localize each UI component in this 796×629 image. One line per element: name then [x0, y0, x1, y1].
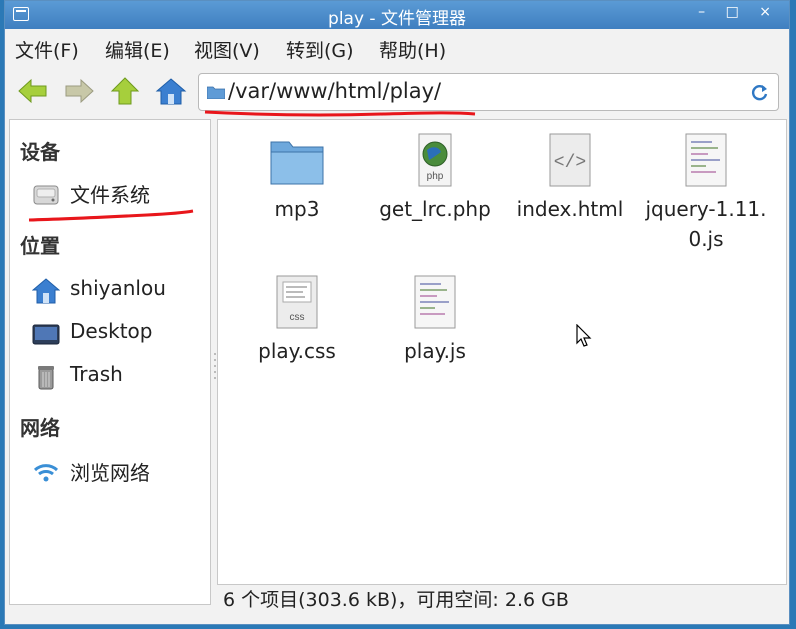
home-button[interactable]	[155, 77, 187, 105]
js-file-icon	[685, 133, 727, 187]
menu-bar: 文件(F) 编辑(E) 视图(V) 转到(G) 帮助(H)	[5, 29, 789, 67]
menu-go[interactable]: 转到(G)	[286, 36, 354, 63]
arrow-up-icon	[110, 77, 140, 105]
file-item-get-lrc-php[interactable]: php get_lrc.php	[370, 132, 500, 224]
sidebar-heading-devices: 设备	[20, 140, 60, 164]
sidebar-heading-places: 位置	[20, 234, 60, 258]
desktop-icon	[32, 324, 60, 345]
title-bar[interactable]: play - 文件管理器 – □ ×	[5, 1, 789, 29]
svg-text:css: css	[290, 312, 305, 323]
file-item-play-js[interactable]: play.js	[370, 274, 500, 366]
location-bar[interactable]: /var/www/html/play/	[198, 73, 779, 111]
file-view[interactable]: mp3 php get_lrc.php </> index.html jquer…	[217, 119, 787, 585]
network-icon	[33, 464, 59, 482]
file-name: index.html	[516, 197, 624, 221]
trash-icon	[38, 366, 54, 390]
file-name: play.js	[404, 339, 466, 363]
sidebar-heading-network: 网络	[20, 416, 60, 440]
php-file-icon: php	[418, 133, 452, 187]
svg-text:</>: </>	[554, 153, 586, 173]
sidebar-item-label: Desktop	[70, 319, 153, 343]
arrow-left-icon	[18, 78, 47, 104]
file-item-mp3[interactable]: mp3	[232, 132, 362, 224]
forward-button[interactable]	[63, 77, 95, 105]
menu-help[interactable]: 帮助(H)	[379, 36, 446, 63]
home-icon	[155, 78, 187, 105]
status-bar: 6 个项目(303.6 kB)，可用空间: 2.6 GB	[217, 585, 787, 623]
window-controls[interactable]: – □ ×	[698, 4, 779, 20]
file-name: mp3	[274, 197, 320, 221]
location-path[interactable]: /var/www/html/play/	[228, 79, 441, 103]
file-name: play.css	[258, 339, 336, 363]
file-item-jquery-js[interactable]: jquery-1.11. 0.js	[641, 132, 771, 254]
menu-file[interactable]: 文件(F)	[15, 36, 79, 63]
window-title: play - 文件管理器	[328, 9, 466, 29]
html-file-icon: </>	[549, 133, 591, 187]
js-file-icon	[414, 275, 456, 329]
file-manager-window: play - 文件管理器 – □ × 文件(F) 编辑(E) 视图(V) 转到(…	[4, 0, 790, 625]
menu-view[interactable]: 视图(V)	[194, 36, 260, 63]
file-name: get_lrc.php	[379, 197, 491, 221]
home-icon	[32, 278, 60, 304]
sidebar-item-label: 文件系统	[70, 183, 150, 207]
sidebar-item-label: 浏览网络	[70, 461, 150, 485]
drive-icon	[33, 185, 59, 205]
status-text: 6 个项目(303.6 kB)，可用空间: 2.6 GB	[223, 589, 569, 611]
folder-icon	[207, 86, 225, 99]
file-item-index-html[interactable]: </> index.html	[505, 132, 635, 224]
mouse-cursor-icon	[576, 324, 592, 347]
svg-text:php: php	[427, 171, 444, 182]
arrow-right-icon	[65, 78, 94, 104]
menu-edit[interactable]: 编辑(E)	[105, 36, 170, 63]
css-file-icon: css	[276, 275, 318, 329]
folder-icon	[270, 141, 324, 185]
file-name: jquery-1.11. 0.js	[645, 197, 767, 251]
file-item-play-css[interactable]: css play.css	[232, 274, 362, 366]
up-button[interactable]	[109, 77, 141, 105]
annotation-underline-path	[204, 110, 476, 117]
back-button[interactable]	[17, 77, 49, 105]
sidebar-item-label: shiyanlou	[70, 276, 166, 300]
refresh-icon[interactable]	[750, 83, 770, 103]
sidebar: 设备 文件系统 位置 shiyanlou Desktop Trash 网络 浏览…	[9, 119, 211, 605]
annotation-underline-filesystem	[28, 209, 194, 222]
sidebar-item-label: Trash	[70, 362, 123, 386]
